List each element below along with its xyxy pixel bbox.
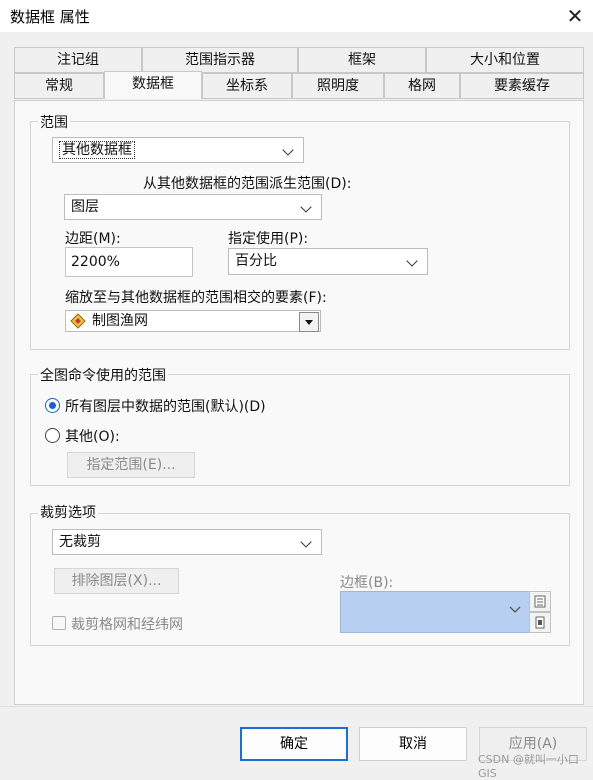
dropdown-button[interactable] <box>299 312 319 332</box>
clip-select[interactable]: 无裁剪 <box>52 529 322 555</box>
chevron-down-icon <box>509 606 521 613</box>
clip-value: 无裁剪 <box>59 534 101 550</box>
margin-input[interactable]: 2200% <box>65 247 193 277</box>
specify-extent-button[interactable]: 指定范围(E)... <box>67 452 195 478</box>
layer-icon <box>70 313 86 329</box>
caret-down-icon <box>305 320 313 325</box>
radio-all-layers[interactable] <box>45 398 60 413</box>
border-label: 边框(B): <box>340 575 394 591</box>
specify-value: 百分比 <box>235 253 277 269</box>
specify-label: 指定使用(P): <box>228 231 309 247</box>
chevron-down-icon <box>299 195 315 219</box>
tab-illumination[interactable]: 照明度 <box>292 73 384 99</box>
tab-coordinate-system[interactable]: 坐标系 <box>202 73 292 99</box>
extent-legend: 范围 <box>38 112 70 132</box>
close-icon[interactable]: ✕ <box>560 2 590 30</box>
tab-feature-cache[interactable]: 要素缓存 <box>460 73 584 99</box>
margin-label: 边距(M): <box>65 231 121 247</box>
tab-annotation-groups[interactable]: 注记组 <box>14 47 142 73</box>
option-other-label[interactable]: 其他(O): <box>65 426 120 446</box>
chevron-down-icon <box>405 249 421 273</box>
option-all-layers-label[interactable]: 所有图层中数据的范围(默认)(D) <box>65 396 266 416</box>
specify-select[interactable]: 百分比 <box>228 248 428 275</box>
extent-mode-value: 其他数据框 <box>59 141 135 159</box>
tab-data-frame[interactable]: 数据框 <box>104 71 202 99</box>
ok-button[interactable]: 确定 <box>240 727 348 761</box>
border-properties-button[interactable] <box>529 591 551 612</box>
derive-value: 图层 <box>71 199 99 215</box>
cancel-button[interactable]: 取消 <box>359 727 467 761</box>
zoom-select[interactable]: 制图渔网 <box>65 310 321 332</box>
radio-other[interactable] <box>45 428 60 443</box>
clip-legend: 裁剪选项 <box>38 502 98 522</box>
tab-frame[interactable]: 框架 <box>298 47 426 73</box>
properties-icon <box>534 595 546 608</box>
tab-extent-indicators[interactable]: 范围指示器 <box>142 47 298 73</box>
border-preview[interactable] <box>340 591 530 633</box>
derive-label: 从其他数据框的范围派生范围(D): <box>143 176 352 192</box>
tab-general[interactable]: 常规 <box>14 73 104 99</box>
zoom-label: 缩放至与其他数据框的范围相交的要素(F): <box>65 290 327 306</box>
clip-grid-checkbox[interactable] <box>52 616 66 630</box>
derive-select[interactable]: 图层 <box>64 194 322 220</box>
zoom-value: 制图渔网 <box>92 313 148 329</box>
border-selector-button[interactable] <box>529 612 551 633</box>
chevron-down-icon <box>281 138 297 162</box>
watermark: CSDN @就叫一小口GIS <box>478 753 579 780</box>
symbol-icon <box>535 616 545 629</box>
clip-grid-label: 裁剪格网和经纬网 <box>71 617 183 633</box>
exclude-layers-button[interactable]: 排除图层(X)... <box>54 568 179 594</box>
full-extent-legend: 全图命令使用的范围 <box>38 365 168 385</box>
tab-grids[interactable]: 格网 <box>384 73 460 99</box>
window-title: 数据框 属性 <box>10 8 90 26</box>
extent-mode-select[interactable]: 其他数据框 <box>52 137 304 163</box>
chevron-down-icon <box>299 530 315 554</box>
tab-size-position[interactable]: 大小和位置 <box>426 47 584 73</box>
